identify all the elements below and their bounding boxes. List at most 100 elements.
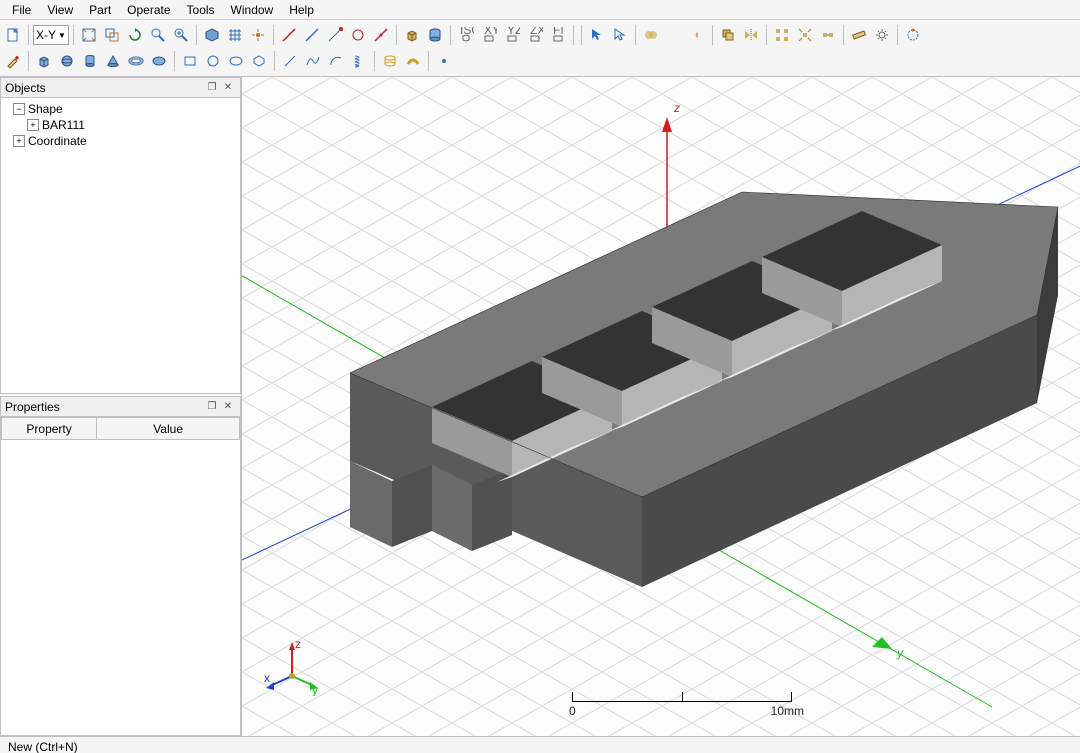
dropdown-arrow-icon: ▼ <box>58 31 66 40</box>
properties-panel-title: Properties <box>5 400 204 414</box>
cone-primitive-button[interactable] <box>102 50 124 72</box>
new-file-button[interactable] <box>2 24 24 46</box>
status-bar: New (Ctrl+N) <box>0 736 1080 753</box>
axis-plane-label: X-Y <box>36 28 56 42</box>
viewport-3d[interactable]: y z <box>242 77 1080 736</box>
tree-item-label: BAR111 <box>42 118 85 132</box>
tree-collapse-icon[interactable]: − <box>13 103 25 115</box>
cylinder-button[interactable] <box>79 50 101 72</box>
circle-red-button[interactable] <box>347 24 369 46</box>
zoom-realtime-button[interactable] <box>170 24 192 46</box>
menu-help[interactable]: Help <box>281 1 322 19</box>
yz-view-button[interactable]: YZ <box>501 24 523 46</box>
circle-tool-button[interactable] <box>202 50 224 72</box>
tree-item-label: Coordinate <box>28 134 87 148</box>
sketch-button[interactable] <box>2 50 24 72</box>
toolbar-area: X-Y▼ ISO XY YZ ZX FIT <box>0 20 1080 77</box>
properties-panel: Properties ❐ ✕ Property Value <box>0 396 241 736</box>
axis-z-label: z <box>673 101 680 115</box>
array-shape-button[interactable] <box>771 24 793 46</box>
ellipse-tool-button[interactable] <box>225 50 247 72</box>
tree-item-coordinate[interactable]: + Coordinate <box>3 133 238 149</box>
cursor-alt-button[interactable] <box>609 24 631 46</box>
refresh-button[interactable] <box>124 24 146 46</box>
objects-panel: Objects ❐ ✕ − Shape + BAR111 + Coo <box>0 77 241 394</box>
line-2d-button[interactable] <box>279 50 301 72</box>
axis-plane-selector[interactable]: X-Y▼ <box>33 25 69 45</box>
tree-item-bar111[interactable]: + BAR111 <box>3 117 238 133</box>
settings-button[interactable] <box>871 24 893 46</box>
zx-view-button[interactable]: ZX <box>524 24 546 46</box>
properties-col-value[interactable]: Value <box>97 418 240 440</box>
line-tool-2-button[interactable] <box>370 24 392 46</box>
point-tool-button[interactable] <box>433 50 455 72</box>
polygon-tool-button[interactable] <box>248 50 270 72</box>
scene-svg: y z <box>242 77 1080 736</box>
line-tool-red-button[interactable] <box>278 24 300 46</box>
menu-file[interactable]: File <box>4 1 39 19</box>
spline-tool-button[interactable] <box>302 50 324 72</box>
status-text: New (Ctrl+N) <box>8 740 78 753</box>
line-tool-blue-button[interactable] <box>301 24 323 46</box>
menu-bar: File View Part Operate Tools Window Help <box>0 0 1080 20</box>
sphere-primitive-button[interactable] <box>56 50 78 72</box>
menu-tools[interactable]: Tools <box>179 1 223 19</box>
panel-close-button[interactable]: ✕ <box>220 400 236 414</box>
toolbar-row-2 <box>2 48 1078 74</box>
panel-float-button[interactable]: ❐ <box>204 81 220 95</box>
objects-panel-title: Objects <box>5 81 204 95</box>
assemble-button[interactable] <box>817 24 839 46</box>
objects-tree[interactable]: − Shape + BAR111 + Coordinate <box>1 98 240 393</box>
fit-all-button[interactable] <box>78 24 100 46</box>
explode-button[interactable] <box>794 24 816 46</box>
zoom-button[interactable] <box>147 24 169 46</box>
boolean-union-button[interactable] <box>640 24 662 46</box>
tree-item-label: Shape <box>28 102 63 116</box>
line-dot-button[interactable] <box>324 24 346 46</box>
tree-item-shape[interactable]: − Shape <box>3 101 238 117</box>
cylinder-primitive-button[interactable] <box>424 24 446 46</box>
triad-z-label: z <box>295 637 301 651</box>
sidebar: Objects ❐ ✕ − Shape + BAR111 + Coo <box>0 77 242 736</box>
snap-button[interactable] <box>247 24 269 46</box>
triad-x-label: x <box>264 671 270 685</box>
scale-end-label: 10mm <box>771 704 804 718</box>
rectangle-tool-button[interactable] <box>179 50 201 72</box>
torus-primitive-button[interactable] <box>125 50 147 72</box>
objects-panel-header: Objects ❐ ✕ <box>1 78 240 98</box>
scale-bar: 0 10mm <box>572 692 792 718</box>
fit-view-button[interactable]: FIT <box>547 24 569 46</box>
properties-panel-header: Properties ❐ ✕ <box>1 397 240 417</box>
ellipsoid-primitive-button[interactable] <box>148 50 170 72</box>
panel-close-button[interactable]: ✕ <box>220 81 236 95</box>
rotate-handle-button[interactable] <box>902 24 924 46</box>
properties-col-property[interactable]: Property <box>2 418 97 440</box>
iso-view-button[interactable]: ISO <box>455 24 477 46</box>
menu-window[interactable]: Window <box>223 1 282 19</box>
menu-view[interactable]: View <box>39 1 81 19</box>
helix-tool-button[interactable] <box>348 50 370 72</box>
xy-view-button[interactable]: XY <box>478 24 500 46</box>
measure-button[interactable] <box>848 24 870 46</box>
panel-float-button[interactable]: ❐ <box>204 400 220 414</box>
cursor-arrow-button[interactable] <box>586 24 608 46</box>
boolean-subtract-button[interactable] <box>663 24 685 46</box>
copy-shape-button[interactable] <box>717 24 739 46</box>
sweep-tool-button[interactable] <box>402 50 424 72</box>
shaded-view-button[interactable] <box>201 24 223 46</box>
tree-expand-icon[interactable]: + <box>13 135 25 147</box>
triad-y-label: y <box>312 683 318 696</box>
grid-toggle-button[interactable] <box>224 24 246 46</box>
menu-operate[interactable]: Operate <box>119 1 178 19</box>
revolve-tool-button[interactable] <box>379 50 401 72</box>
mirror-shape-button[interactable] <box>740 24 762 46</box>
scale-start-label: 0 <box>569 704 576 718</box>
orientation-triad[interactable]: z y x <box>262 636 322 696</box>
tree-expand-icon[interactable]: + <box>27 119 39 131</box>
cube-primitive-button[interactable] <box>401 24 423 46</box>
boolean-intersect-button[interactable] <box>686 24 708 46</box>
menu-part[interactable]: Part <box>81 1 119 19</box>
zoom-window-button[interactable] <box>101 24 123 46</box>
box-primitive-button[interactable] <box>33 50 55 72</box>
arc-tool-button[interactable] <box>325 50 347 72</box>
